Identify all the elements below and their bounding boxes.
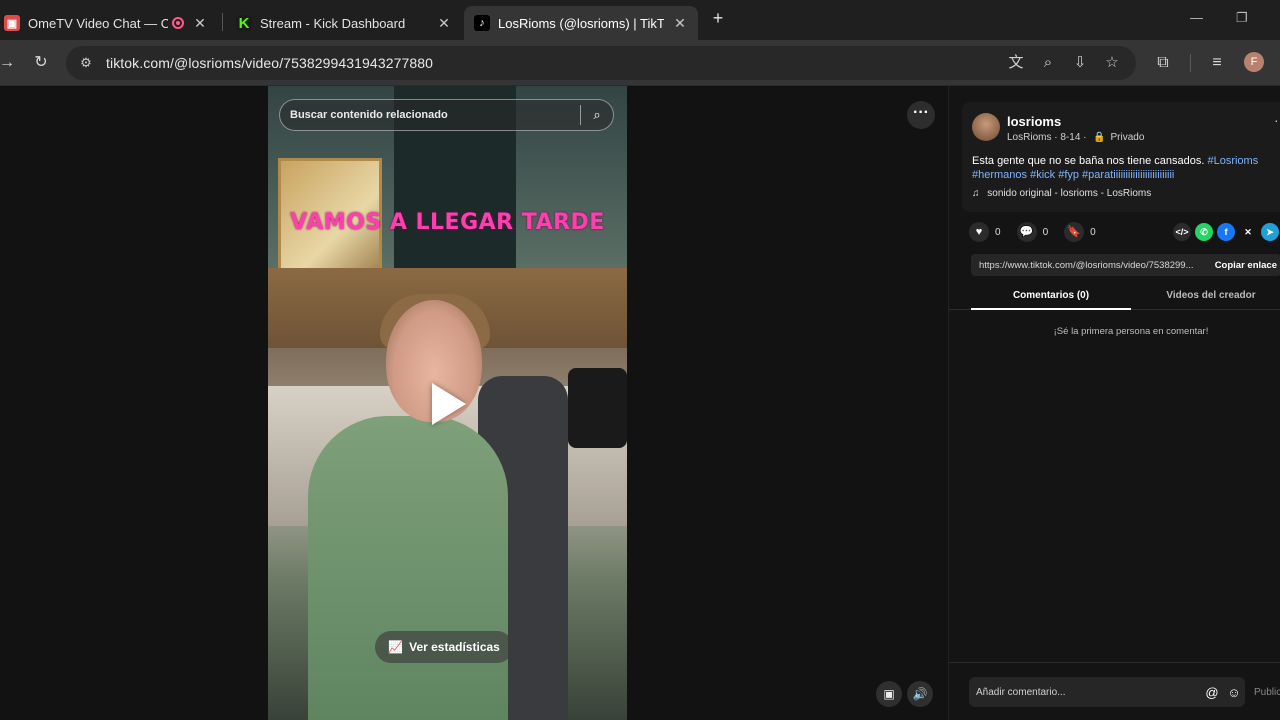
facebook-icon[interactable]: f — [1217, 223, 1235, 241]
tab-close-button[interactable]: ✕ — [436, 15, 452, 32]
post-actions: ♥ 0 💬 0 🔖 0 — [969, 222, 1112, 242]
volume-icon[interactable]: 🔊 — [907, 681, 933, 707]
hashtag-link[interactable]: #Losrioms — [1207, 155, 1258, 167]
zoom-icon[interactable]: ⌕ — [1036, 46, 1060, 80]
tab-close-button[interactable]: ✕ — [192, 15, 208, 32]
video-caption-text: VAMOS A LLEGAR TARDE — [290, 210, 605, 235]
embed-icon[interactable]: </> — [1173, 223, 1191, 241]
hashtag-link[interactable]: #hermanos #kick #fyp #paratiiiiiiiiiiiii… — [972, 169, 1174, 181]
x-icon[interactable]: ✕ — [1239, 223, 1257, 241]
ometv-favicon-icon: ▣ — [4, 15, 20, 31]
play-icon[interactable] — [432, 383, 466, 425]
save-button[interactable]: 🔖 0 — [1064, 222, 1096, 242]
emoji-icon[interactable]: ☺ — [1223, 685, 1245, 700]
post-description: Esta gente que no se baña nos tiene cans… — [972, 155, 1259, 181]
post-meta: LosRioms · 8-14 · 🔒 Privado — [1007, 132, 1145, 143]
related-search-input[interactable]: Buscar contenido relacionado — [280, 109, 580, 121]
tab-tiktok[interactable]: ♪ LosRioms (@losrioms) | TikTok ✕ — [464, 6, 698, 40]
tab-divider — [222, 13, 223, 31]
view-stats-label: Ver estadísticas — [409, 640, 500, 654]
view-stats-button[interactable]: 📈 Ver estadísticas — [375, 631, 513, 663]
tiktok-favicon-icon: ♪ — [474, 15, 490, 31]
recording-indicator-icon — [172, 17, 184, 29]
username[interactable]: losrioms — [1007, 114, 1061, 129]
tab-title: Stream - Kick Dashboard — [260, 15, 406, 31]
share-link-text[interactable]: https://www.tiktok.com/@losrioms/video/7… — [971, 260, 1207, 271]
media-icon[interactable]: ≡ — [1206, 52, 1228, 74]
empty-comments-message: ¡Sé la primera persona en comentar! — [1053, 326, 1209, 337]
share-link-bar: https://www.tiktok.com/@losrioms/video/7… — [971, 254, 1280, 276]
tab-creator-videos[interactable]: Videos del creador — [1131, 290, 1280, 301]
extensions-icon[interactable]: ⧉ — [1152, 52, 1174, 74]
minimize-icon[interactable]: — — [1190, 10, 1203, 25]
restore-icon[interactable]: ❐ — [1236, 10, 1248, 26]
whatsapp-icon[interactable]: ✆ — [1195, 223, 1213, 241]
display-name: LosRioms — [1007, 132, 1052, 143]
active-tab-indicator — [971, 308, 1131, 310]
music-note-icon: ♫ — [972, 188, 980, 199]
comment-button[interactable]: 💬 0 — [1016, 222, 1049, 242]
post-more-icon[interactable]: ··· — [1274, 112, 1280, 128]
tiktok-page: Buscar contenido relacionado ⌕ VAMOS A L… — [0, 86, 1280, 720]
comment-composer: Añadir comentario... @ ☺ Publicar — [949, 662, 1280, 720]
comment-icon: 💬 — [1016, 222, 1037, 242]
publish-button[interactable]: Publicar — [1254, 687, 1280, 698]
search-icon[interactable]: ⌕ — [581, 107, 613, 123]
comment-count: 0 — [1042, 226, 1049, 238]
tab-kick-dashboard[interactable]: K Stream - Kick Dashboard ✕ — [226, 6, 462, 40]
tab-close-button[interactable]: ✕ — [672, 15, 688, 32]
tab-title: OmeTV Video Chat — Ome — [28, 15, 168, 31]
browser-tab-strip: ▣ OmeTV Video Chat — Ome ✕ K Stream - Ki… — [0, 0, 1280, 40]
new-tab-button[interactable]: + — [708, 8, 728, 32]
avatar[interactable] — [972, 113, 1000, 141]
like-button[interactable]: ♥ 0 — [969, 222, 1001, 242]
like-count: 0 — [995, 226, 1001, 238]
profile-avatar[interactable]: F — [1244, 52, 1264, 72]
mention-icon[interactable]: @ — [1201, 685, 1223, 700]
save-count: 0 — [1090, 226, 1096, 238]
panel-tabs: Comentarios (0) Videos del creador — [949, 286, 1280, 310]
tab-title: LosRioms (@losrioms) | TikTok — [498, 15, 664, 31]
heart-icon: ♥ — [969, 222, 989, 242]
post-side-panel: losrioms LosRioms · 8-14 · 🔒 Privado ···… — [948, 86, 1280, 720]
related-search-bar[interactable]: Buscar contenido relacionado ⌕ — [279, 99, 614, 131]
site-settings-icon[interactable]: ⚙ — [76, 55, 96, 71]
person-figure — [308, 416, 508, 720]
comment-input[interactable]: Añadir comentario... @ ☺ — [969, 677, 1245, 707]
more-options-button[interactable]: ··· — [907, 101, 935, 129]
install-icon[interactable]: ⇩ — [1068, 46, 1092, 80]
reload-icon[interactable]: ↻ — [30, 52, 52, 74]
chart-icon: 📈 — [388, 640, 404, 654]
comment-placeholder[interactable]: Añadir comentario... — [969, 687, 1201, 698]
sound-link[interactable]: ♫ sonido original - losrioms - LosRioms — [972, 188, 1151, 199]
url-text[interactable]: tiktok.com/@losrioms/video/7538299431943… — [106, 55, 433, 71]
telegram-icon[interactable]: ➤ — [1261, 223, 1279, 241]
copy-link-button[interactable]: Copiar enlace — [1207, 260, 1280, 271]
kick-favicon-icon: K — [236, 15, 252, 32]
video-player[interactable]: Buscar contenido relacionado ⌕ VAMOS A L… — [268, 86, 627, 720]
browser-toolbar: → ↻ ⚙ tiktok.com/@losrioms/video/7538299… — [0, 40, 1280, 86]
forward-icon[interactable]: → — [0, 52, 18, 74]
pip-icon[interactable]: ▣ — [876, 681, 902, 707]
tab-ometv[interactable]: ▣ OmeTV Video Chat — Ome ✕ — [0, 6, 218, 40]
share-buttons: </> ✆ f ✕ ➤ — [1173, 223, 1280, 241]
post-info-card: losrioms LosRioms · 8-14 · 🔒 Privado ···… — [962, 102, 1280, 212]
privacy-label: Privado — [1110, 132, 1145, 143]
address-bar[interactable]: ⚙ tiktok.com/@losrioms/video/75382994319… — [66, 46, 1136, 80]
tab-comments[interactable]: Comentarios (0) — [971, 290, 1131, 301]
bookmark-star-icon[interactable]: ☆ — [1100, 46, 1124, 80]
post-date: 8-14 — [1060, 132, 1081, 143]
toolbar-divider — [1190, 54, 1191, 72]
lock-icon: 🔒 — [1093, 132, 1106, 143]
bookmark-icon: 🔖 — [1064, 222, 1085, 242]
translate-icon[interactable]: 文 — [1004, 46, 1028, 80]
